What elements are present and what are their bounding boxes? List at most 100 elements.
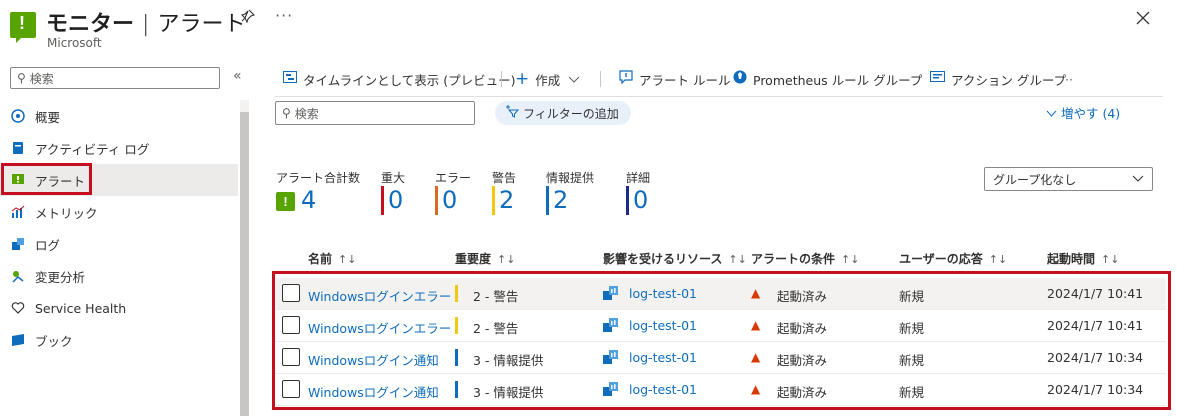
prometheus-icon (733, 70, 747, 88)
summary-critical-label: 重大 (381, 171, 406, 185)
prometheus-rule-groups-button[interactable]: Prometheus ルール グループ (733, 68, 922, 90)
sidebar-item-label: ログ (35, 237, 61, 253)
sidebar-item-label: Service Health (35, 300, 127, 316)
page-subtitle: Microsoft (47, 36, 102, 50)
sidebar-item-metrics[interactable]: メトリック (0, 196, 238, 228)
column-header-label: アラートの条件 (751, 252, 836, 266)
summary-error-label: エラー (435, 171, 472, 185)
summary-critical-value[interactable]: 0 (388, 186, 403, 214)
column-header-resource[interactable]: 影響を受けるリソース ↑↓ (603, 250, 747, 267)
column-header-label: 起動時間 (1047, 252, 1096, 266)
add-filter-button[interactable]: フィルターの追加 (495, 101, 631, 125)
highlight-box-table (272, 271, 1171, 410)
sidebar-scrollbar-thumb[interactable] (240, 112, 249, 416)
sidebar-item-overview[interactable]: 概要 (0, 100, 238, 132)
sidebar-search-input[interactable]: ⚲ 検索 (10, 67, 220, 89)
overview-icon (11, 109, 25, 123)
sort-icon: ↑↓ (728, 253, 747, 266)
summary-critical-bar (381, 186, 384, 215)
column-header-severity[interactable]: 重要度 ↑↓ (455, 250, 515, 267)
column-header-label: 重要度 (455, 252, 492, 266)
summary-informational-value[interactable]: 2 (553, 186, 568, 214)
summary-total-value[interactable]: 4 (301, 186, 316, 214)
sidebar-item-label: ブック (35, 333, 73, 349)
column-header-label: 名前 (308, 252, 333, 266)
sidebar-search-placeholder: 検索 (29, 71, 54, 86)
group-by-select[interactable]: グループ化なし (984, 167, 1153, 191)
logs-icon (11, 237, 25, 251)
sort-icon: ↑↓ (841, 253, 860, 266)
sort-icon: ↑↓ (1101, 253, 1120, 266)
workbook-icon (11, 333, 25, 347)
sidebar-item-workbooks[interactable]: ブック (0, 324, 238, 356)
sidebar-item-logs[interactable]: ログ (0, 228, 238, 260)
sidebar-item-label: 概要 (35, 109, 61, 125)
toolbar-divider (600, 71, 601, 87)
column-header-name[interactable]: 名前 ↑↓ (308, 250, 356, 267)
chevron-down-icon (568, 72, 580, 87)
heart-icon (11, 301, 25, 315)
page-title: モニター | アラート (46, 12, 246, 37)
close-icon[interactable] (1136, 6, 1150, 30)
sidebar-item-label: メトリック (35, 205, 98, 221)
column-header-label: 影響を受けるリソース (603, 252, 723, 266)
sidebar-item-label: 変更分析 (35, 269, 86, 285)
action-groups-button[interactable]: アクション グループ (930, 68, 1066, 90)
highlight-box-sidebar (1, 163, 92, 195)
increase-filters-button[interactable]: 増やす (4) (1046, 103, 1120, 122)
create-label: 作成 (535, 72, 561, 88)
chevron-down-icon (1132, 172, 1144, 186)
plus-icon: + (515, 69, 530, 89)
metrics-icon (11, 205, 25, 219)
sidebar-item-service-health[interactable]: Service Health (0, 292, 238, 324)
add-filter-label: フィルターの追加 (523, 106, 619, 121)
chevron-down-icon (1046, 106, 1057, 121)
sort-icon: ↑↓ (338, 253, 357, 266)
group-by-value: グループ化なし (993, 172, 1077, 187)
action-groups-label: アクション グループ (951, 72, 1067, 88)
prometheus-label: Prometheus ルール グループ (753, 72, 923, 88)
alert-rules-button[interactable]: アラート ルール (619, 68, 730, 90)
summary-informational-bar (546, 186, 549, 215)
create-button[interactable]: + 作成 (515, 68, 580, 90)
monitor-alert-icon (10, 12, 36, 43)
column-header-condition[interactable]: アラートの条件 ↑↓ (751, 250, 859, 267)
toolbar-divider (501, 71, 502, 87)
add-filter-icon (505, 104, 520, 122)
sort-icon: ↑↓ (497, 253, 516, 266)
column-header-label: ユーザーの応答 (899, 252, 983, 266)
more-options-icon[interactable]: ··· (275, 6, 293, 25)
summary-total-label: アラート合計数 (276, 171, 361, 185)
timeline-view-button[interactable]: タイムラインとして表示 (プレビュー) (283, 68, 515, 90)
search-icon: ⚲ (17, 71, 26, 85)
alert-rule-icon (619, 70, 633, 88)
column-header-user-response[interactable]: ユーザーの応答 ↑↓ (899, 250, 1007, 267)
search-icon: ⚲ (282, 106, 291, 120)
timeline-view-label: タイムラインとして表示 (プレビュー) (303, 72, 516, 88)
summary-warning-bar (492, 186, 495, 215)
pin-icon[interactable] (240, 9, 256, 27)
collapse-sidebar-icon[interactable]: « (233, 68, 242, 84)
alert-icon: ! (276, 192, 295, 211)
toolbar-separator (275, 96, 1163, 97)
summary-warning-label: 警告 (492, 171, 517, 185)
summary-warning-value[interactable]: 2 (499, 186, 514, 214)
action-group-icon (930, 70, 945, 88)
summary-informational-label: 情報提供 (546, 171, 595, 185)
summary-verbose-bar (626, 186, 629, 215)
alerts-search-placeholder: 検索 (294, 106, 319, 121)
toolbar-more-button[interactable]: ··· (1061, 68, 1073, 90)
alerts-search-input[interactable]: ⚲ 検索 (275, 101, 475, 125)
summary-verbose-label: 詳細 (626, 171, 651, 185)
timeline-icon (283, 71, 297, 87)
summary-verbose-value[interactable]: 0 (633, 186, 648, 214)
summary-error-value[interactable]: 0 (442, 186, 457, 214)
column-header-fired-time[interactable]: 起動時間 ↑↓ (1047, 250, 1119, 267)
sidebar-item-label: アクティビティ ログ (35, 141, 150, 157)
summary-error-bar (435, 186, 438, 215)
sort-icon: ↑↓ (988, 253, 1008, 266)
sidebar-item-activity-log[interactable]: アクティビティ ログ (0, 132, 238, 164)
alert-rules-label: アラート ルール (639, 72, 731, 88)
activity-log-icon (11, 141, 25, 155)
sidebar-item-change-analysis[interactable]: 変更分析 (0, 260, 238, 292)
